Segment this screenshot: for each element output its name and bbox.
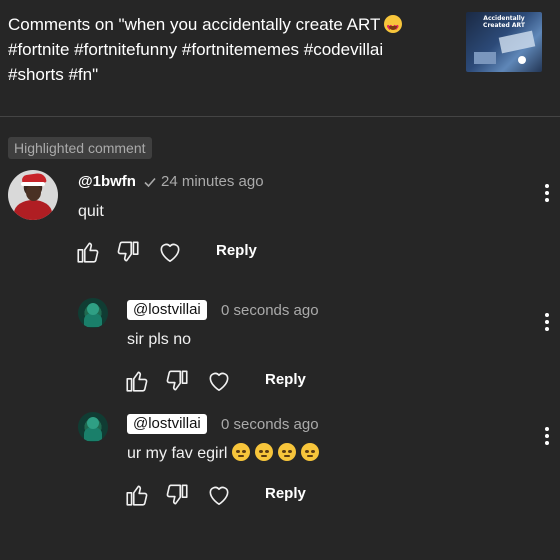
thumbs-down-icon[interactable] <box>164 482 190 508</box>
check-icon <box>143 175 157 189</box>
pleading-face-emoji-icon <box>278 443 297 461</box>
thumbs-up-icon[interactable] <box>124 482 150 508</box>
pleading-face-emoji-icon <box>301 443 320 461</box>
heart-icon[interactable] <box>206 482 232 508</box>
video-thumbnail[interactable]: Accidentally Created ART <box>466 12 542 72</box>
pleading-face-emoji-icon <box>232 443 251 461</box>
thumbs-up-icon[interactable] <box>75 239 101 265</box>
heart-eyes-emoji-icon <box>384 15 403 41</box>
reply-button[interactable]: Reply <box>265 370 306 390</box>
header-divider <box>0 116 560 117</box>
reply-time: 0 seconds ago <box>221 302 319 319</box>
more-options-icon[interactable] <box>545 427 551 447</box>
reply-author[interactable]: @lostvillai <box>127 300 207 320</box>
thumbs-down-icon[interactable] <box>115 239 141 265</box>
header-title: Comments on "when you accidentally creat… <box>8 15 381 34</box>
comment-text: quit <box>78 203 104 220</box>
header-title-line2: #fortnite #fortnitefunny #fortnitememes … <box>8 40 384 59</box>
header-title-line3: #shorts #fn" <box>8 65 99 84</box>
reply-text: sir pls no <box>127 331 192 348</box>
reply-text-content: ur my fav egirl <box>127 445 228 462</box>
comment-time: 24 minutes ago <box>161 173 264 190</box>
reply-button[interactable]: Reply <box>216 241 257 261</box>
reply-text: ur my fav egirl <box>127 443 320 465</box>
heart-icon[interactable] <box>157 239 183 265</box>
reply-author[interactable]: @lostvillai <box>127 414 207 434</box>
avatar[interactable] <box>78 412 108 442</box>
heart-icon[interactable] <box>206 368 232 394</box>
highlighted-comment-badge: Highlighted comment <box>8 137 152 159</box>
comments-header: Comments on "when you accidentally creat… <box>8 12 448 87</box>
thumbnail-caption: Accidentally Created ART <box>483 15 525 29</box>
thumbs-down-icon[interactable] <box>164 368 190 394</box>
reply-time: 0 seconds ago <box>221 416 319 433</box>
thumbs-up-icon[interactable] <box>124 368 150 394</box>
reply-button[interactable]: Reply <box>265 484 306 504</box>
more-options-icon[interactable] <box>545 184 551 204</box>
avatar[interactable] <box>8 170 58 220</box>
more-options-icon[interactable] <box>545 313 551 333</box>
avatar[interactable] <box>78 298 108 328</box>
pleading-face-emoji-icon <box>255 443 274 461</box>
comment-author[interactable]: @1bwfn <box>78 172 136 192</box>
